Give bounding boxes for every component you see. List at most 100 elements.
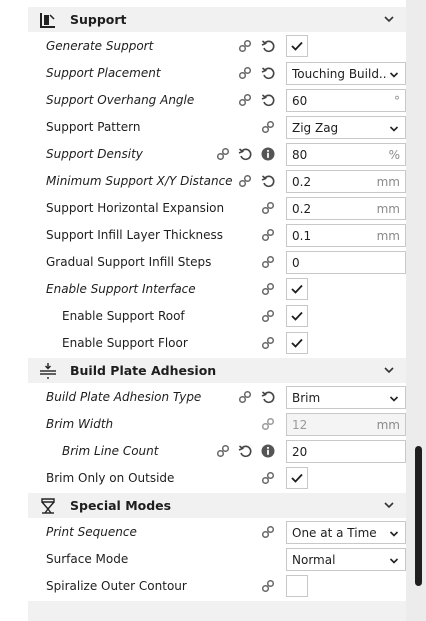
adhesion-type-dropdown[interactable]: Brim (286, 386, 406, 409)
link-icon[interactable] (261, 579, 275, 593)
chevron-down-icon[interactable] (382, 363, 396, 377)
input-value: 0.1 (292, 229, 312, 243)
link-icon[interactable] (216, 147, 230, 161)
overhang-angle-input[interactable]: 60 ° (286, 89, 406, 112)
link-icon[interactable] (261, 120, 275, 134)
link-icon[interactable] (238, 93, 252, 107)
gradual-infill-steps-input[interactable]: 0 (286, 251, 406, 274)
info-icon[interactable] (261, 444, 275, 458)
reset-icon[interactable] (261, 93, 275, 107)
link-icon[interactable] (261, 471, 275, 485)
link-icon[interactable] (261, 525, 275, 539)
dropdown-value: Zig Zag (292, 121, 339, 135)
input-value: 12 (292, 418, 308, 432)
chevron-down-icon[interactable] (382, 498, 396, 512)
adhesion-icon (38, 361, 58, 381)
link-icon[interactable] (238, 39, 252, 53)
reset-icon[interactable] (261, 39, 275, 53)
link-icon[interactable] (261, 255, 275, 269)
setting-row-infill-layer-thickness: Support Infill Layer Thickness 0.1 mm (28, 222, 406, 249)
chevron-down-icon (389, 69, 399, 79)
setting-row-brim-only-outside: Brim Only on Outside (28, 465, 406, 492)
print-sequence-dropdown[interactable]: One at a Time (286, 521, 406, 544)
setting-label: Brim Only on Outside (46, 471, 175, 485)
setting-label: Print Sequence (46, 525, 137, 539)
next-section-header (28, 601, 406, 621)
link-icon[interactable] (238, 66, 252, 80)
reset-icon[interactable] (261, 174, 275, 188)
setting-row-print-sequence: Print Sequence One at a Time (28, 519, 406, 546)
enable-interface-checkbox[interactable] (286, 278, 308, 300)
link-icon[interactable] (238, 174, 252, 188)
chevron-down-icon (389, 528, 399, 538)
setting-label: Support Horizontal Expansion (46, 201, 225, 215)
input-value: 60 (292, 94, 308, 108)
chevron-down-icon (389, 555, 399, 565)
spiralize-checkbox[interactable] (286, 575, 308, 597)
chevron-down-icon[interactable] (382, 12, 396, 26)
setting-label: Enable Support Roof (62, 309, 185, 323)
support-section-title: Support (70, 12, 127, 27)
setting-label: Support Placement (46, 66, 161, 80)
scrollbar-thumb[interactable] (415, 446, 422, 586)
generate-support-checkbox[interactable] (286, 35, 308, 57)
link-icon[interactable] (261, 228, 275, 242)
brim-only-outside-checkbox[interactable] (286, 467, 308, 489)
horizontal-expansion-input[interactable]: 0.2 mm (286, 197, 406, 220)
reset-icon[interactable] (238, 444, 252, 458)
input-value: 20 (292, 445, 308, 459)
link-icon[interactable] (216, 444, 230, 458)
reset-icon[interactable] (261, 66, 275, 80)
unit-label: mm (376, 202, 400, 216)
support-section-header[interactable]: Support (28, 7, 406, 32)
setting-label: Support Pattern (46, 120, 141, 134)
setting-label: Support Overhang Angle (46, 93, 195, 107)
setting-label: Spiralize Outer Contour (46, 579, 187, 593)
setting-row-support-placement: Support Placement Touching Build... (28, 60, 406, 87)
reset-icon[interactable] (261, 390, 275, 404)
dropdown-value: One at a Time (292, 526, 377, 540)
setting-row-enable-interface: Enable Support Interface (28, 276, 406, 303)
link-icon[interactable] (238, 390, 252, 404)
reset-icon[interactable] (238, 147, 252, 161)
setting-row-adhesion-type: Build Plate Adhesion Type Brim (28, 384, 406, 411)
min-xy-distance-input[interactable]: 0.2 mm (286, 170, 406, 193)
dropdown-value: Brim (292, 391, 321, 405)
setting-label: Enable Support Floor (62, 336, 188, 350)
dropdown-value: Touching Build... (292, 67, 388, 81)
link-icon[interactable] (261, 336, 275, 350)
link-icon[interactable] (261, 201, 275, 215)
input-value: 80 (292, 148, 308, 162)
adhesion-section-header[interactable]: Build Plate Adhesion (28, 358, 406, 383)
support-density-input[interactable]: 80 % (286, 143, 406, 166)
support-placement-dropdown[interactable]: Touching Build... (286, 62, 406, 85)
input-value: 0.2 (292, 175, 312, 189)
setting-label: Generate Support (46, 39, 154, 53)
input-value: 0.2 (292, 202, 312, 216)
surface-mode-dropdown[interactable]: Normal (286, 548, 406, 571)
link-icon[interactable] (261, 282, 275, 296)
chevron-down-icon (389, 393, 399, 403)
link-icon[interactable] (261, 417, 275, 431)
enable-floor-checkbox[interactable] (286, 332, 308, 354)
input-value: 0 (292, 256, 300, 270)
infill-layer-thickness-input[interactable]: 0.1 mm (286, 224, 406, 247)
chevron-down-icon (389, 123, 399, 133)
unit-label: % (388, 148, 400, 162)
brim-line-count-input[interactable]: 20 (286, 440, 406, 463)
unit-label: ° (394, 94, 400, 108)
setting-row-brim-line-count: Brim Line Count 20 (28, 438, 406, 465)
setting-row-support-pattern: Support Pattern Zig Zag (28, 114, 406, 141)
setting-label: Minimum Support X/Y Distance (46, 174, 233, 188)
setting-label: Build Plate Adhesion Type (46, 390, 202, 404)
info-icon[interactable] (261, 147, 275, 161)
setting-row-min-xy-distance: Minimum Support X/Y Distance 0.2 mm (28, 168, 406, 195)
setting-row-enable-roof: Enable Support Roof (28, 303, 406, 330)
special-modes-section-header[interactable]: Special Modes (28, 493, 406, 518)
brim-width-input[interactable]: 12 mm (286, 413, 406, 436)
dropdown-value: Normal (292, 553, 336, 567)
enable-roof-checkbox[interactable] (286, 305, 308, 327)
setting-label: Brim Width (46, 417, 114, 431)
support-pattern-dropdown[interactable]: Zig Zag (286, 116, 406, 139)
link-icon[interactable] (261, 309, 275, 323)
